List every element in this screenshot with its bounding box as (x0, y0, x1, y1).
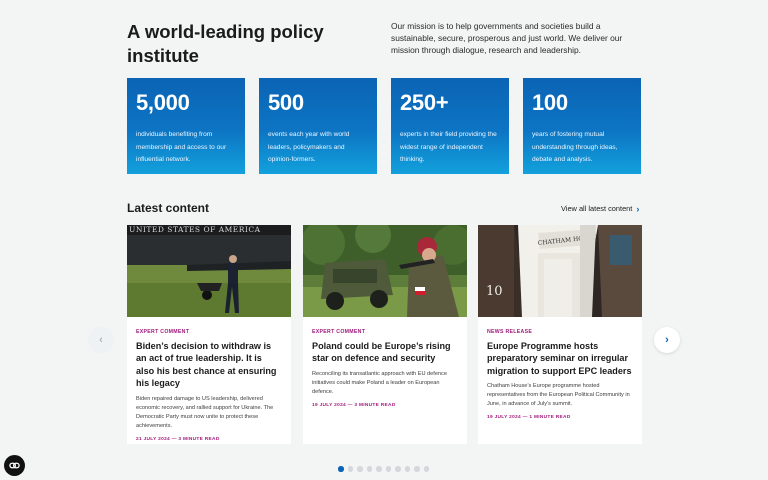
link-icon (9, 462, 20, 469)
helicopter-lettering: UNITED STATES OF AMERICA (129, 225, 261, 234)
chevron-right-icon: › (665, 334, 669, 346)
card-title[interactable]: Europe Programme hosts preparatory semin… (487, 340, 633, 377)
stat-value: 500 (268, 90, 304, 115)
card-meta: 19 JULY 2024 — 1 MINUTE READ (487, 415, 571, 421)
content-card[interactable]: CHATHAM HOUSE 10 NEWS RELEASE Europe Pro… (478, 225, 642, 444)
card-image-soldier (303, 225, 467, 317)
stat-card-years: 100 years of fostering mutual understand… (523, 78, 641, 174)
carousel-dot[interactable] (357, 466, 363, 472)
carousel-dot[interactable] (385, 466, 391, 472)
chevron-right-icon: › (636, 203, 640, 214)
stat-card-members: 5,000 individuals benefiting from member… (127, 78, 245, 174)
view-all-label: View all latest content (561, 204, 633, 213)
carousel-dot[interactable] (414, 466, 420, 472)
card-image-chatham-house: CHATHAM HOUSE 10 (478, 225, 642, 317)
carousel-dot[interactable] (338, 466, 344, 472)
carousel-dot[interactable] (347, 466, 353, 472)
stat-card-experts: 250+ experts in their field providing th… (391, 78, 509, 174)
card-category: EXPERT COMMENT (136, 329, 190, 335)
stat-card-events: 500 events each year with world leaders,… (259, 78, 377, 174)
carousel-dot[interactable] (404, 466, 410, 472)
stat-value: 5,000 (136, 90, 190, 115)
stat-value: 250+ (400, 90, 449, 115)
card-meta: 21 JULY 2024 — 3 MINUTE READ (136, 436, 220, 442)
carousel-dot[interactable] (423, 466, 429, 472)
carousel-dot[interactable] (366, 466, 372, 472)
carousel-prev-button[interactable]: ‹ (88, 327, 114, 353)
card-summary: Chatham House’s Europe programme hosted … (487, 383, 630, 408)
card-image-helicopter: UNITED STATES OF AMERICA (127, 225, 291, 317)
carousel-next-button[interactable]: › (654, 327, 680, 353)
carousel-dot[interactable] (395, 466, 401, 472)
card-summary: Reconciling its transatlantic approach w… (312, 370, 447, 395)
intro-headline: A world-leading policy institute (127, 21, 324, 66)
card-meta: 19 JULY 2024 — 3 MINUTE READ (312, 402, 396, 408)
carousel-dot[interactable] (376, 466, 382, 472)
content-card[interactable]: UNITED STATES OF AMERICA EXPERT COMMENT … (127, 225, 291, 444)
stats-row: 5,000 individuals benefiting from member… (127, 78, 641, 174)
view-all-latest-link[interactable]: View all latest content › (561, 204, 639, 213)
accessibility-link-button[interactable] (4, 455, 25, 476)
stat-value: 100 (532, 90, 568, 115)
stat-description: years of fostering mutual understanding … (532, 131, 618, 163)
content-card[interactable]: EXPERT COMMENT Poland could be Europe’s … (303, 225, 467, 444)
stat-description: individuals benefiting from membership a… (136, 131, 227, 163)
card-summary: Biden repaired damage to US leadership, … (136, 395, 274, 429)
chevron-left-icon: ‹ (99, 334, 103, 346)
door-number: 10 (486, 284, 503, 299)
mission-statement: Our mission is to help governments and s… (391, 21, 623, 55)
card-title[interactable]: Poland could be Europe’s rising star on … (312, 340, 458, 365)
card-category: EXPERT COMMENT (312, 329, 366, 335)
card-category: NEWS RELEASE (487, 329, 533, 335)
stat-description: experts in their field providing the wid… (400, 131, 497, 163)
latest-content-title: Latest content (127, 201, 210, 215)
card-title[interactable]: Biden’s decision to withdraw is an act o… (136, 340, 282, 390)
carousel-pagination (338, 466, 429, 472)
stat-description: events each year with world leaders, pol… (268, 131, 350, 163)
